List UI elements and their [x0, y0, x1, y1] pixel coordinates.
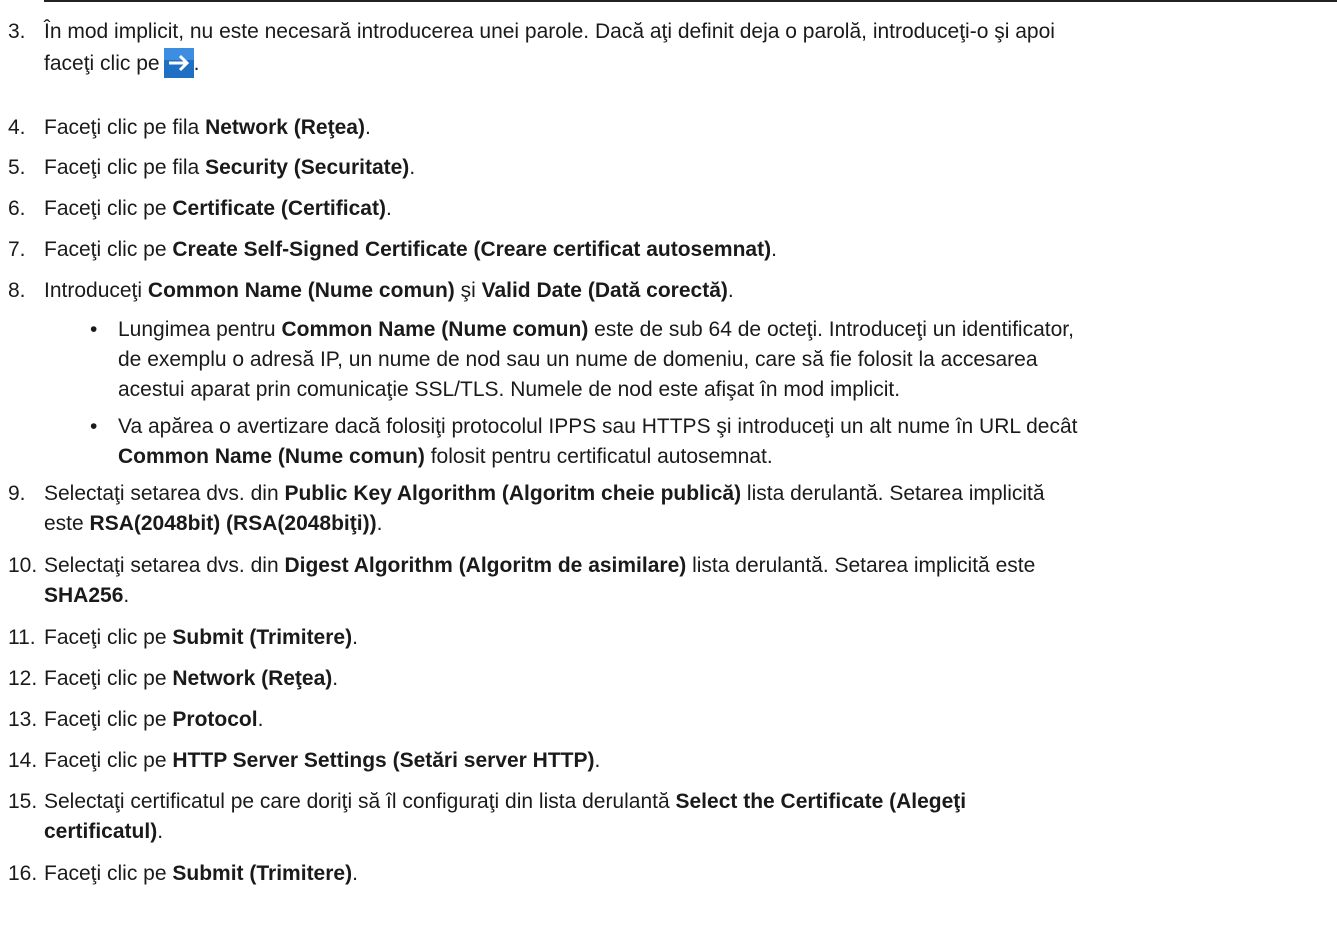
step-text: Faceţi clic pe Certificate (Certificat).	[44, 193, 1323, 225]
bullet-text-part: Lungimea pentru	[118, 318, 282, 341]
step-number: 13.	[8, 708, 38, 731]
step-text-part: Faceţi clic pe fila	[44, 156, 206, 179]
step-text-part: este	[44, 512, 90, 535]
step-number: 9.	[8, 482, 26, 505]
step-text-part: Selectaţi setarea dvs. din	[44, 482, 285, 505]
step-text-part: .	[193, 52, 200, 75]
step-text: Faceţi clic pe fila Security (Securitate…	[44, 152, 1323, 184]
step-number: 16.	[8, 862, 38, 885]
ui-label-network: Network (Reţea)	[205, 116, 365, 139]
step-number: 6.	[8, 197, 26, 220]
step-text-part: .	[123, 584, 130, 607]
step-number: 8.	[8, 279, 26, 302]
step-text: În mod implicit, nu este necesară introd…	[44, 16, 1323, 48]
step-text-line-2: este RSA(2048bit) (RSA(2048biţi)).	[44, 508, 382, 540]
step-text-part: .	[409, 156, 416, 179]
step-text-part: Faceţi clic pe	[44, 667, 173, 690]
bullet-line: Common Name (Nume comun) folosit pentru …	[118, 442, 773, 472]
step-text: Introduceţi Common Name (Nume comun) şi …	[44, 275, 1323, 307]
ui-label-network: Network (Reţea)	[172, 667, 333, 690]
step-text: Faceţi clic pe fila Network (Reţea).	[44, 112, 1323, 144]
step-text-part: Faceţi clic pe	[44, 862, 173, 885]
ui-label-digest-algorithm: Digest Algorithm (Algoritm de asimilare)	[284, 554, 687, 577]
step-number: 11.	[8, 626, 36, 649]
step-text-part: Faceţi clic pe	[44, 197, 173, 220]
ui-label-common-name: Common Name (Nume comun)	[281, 318, 589, 341]
bullet-line: acestui aparat prin comunicaţie SSL/TLS.…	[118, 378, 901, 401]
step-text: Faceţi clic pe HTTP Server Settings (Set…	[44, 745, 1323, 777]
step-text-line-2: faceţi clic pe .	[44, 48, 199, 80]
step-text-part: lista derulantă. Setarea implicită	[741, 482, 1045, 505]
step-text-part: .	[385, 197, 392, 220]
ui-label-public-key-algorithm: Public Key Algorithm (Algoritm cheie pub…	[284, 482, 742, 505]
step-number: 7.	[8, 238, 26, 261]
step-number: 12.	[8, 667, 38, 690]
ui-label-security: Security (Securitate)	[205, 156, 410, 179]
bullet-text-part: este de sub 64 de octeţi. Introduceţi un…	[588, 318, 1074, 341]
bullet-line: de exemplu o adresă IP, un nume de nod s…	[118, 348, 1038, 371]
step-text-part: .	[157, 820, 164, 843]
step-text-part: .	[771, 238, 777, 261]
ui-label-valid-date: Valid Date (Dată corectă)	[481, 279, 728, 302]
ui-label-submit: Submit (Trimitere)	[172, 862, 353, 885]
step-text: Faceţi clic pe Submit (Trimitere).	[44, 622, 1323, 654]
step-text-part: Introduceţi	[44, 279, 148, 302]
step-number: 10.	[8, 554, 38, 577]
step-text-part: Faceţi clic pe	[44, 238, 173, 261]
step-number: 5.	[8, 156, 26, 179]
step-text-part: .	[257, 708, 264, 731]
step-text: Faceţi clic pe Network (Reţea).	[44, 663, 1323, 695]
step-text-part: .	[332, 667, 339, 690]
step-text-line: În mod implicit, nu este necesară introd…	[44, 20, 1055, 43]
step-text: Selectaţi certificatul pe care doriţi să…	[44, 786, 1323, 818]
bullet-line: Lungimea pentru Common Name (Nume comun)…	[118, 315, 1074, 345]
step-text-part: .	[594, 749, 601, 772]
step-text: Faceţi clic pe Submit (Trimitere).	[44, 858, 1323, 890]
step-text-part: .	[376, 512, 383, 535]
bullet-dot: •	[90, 318, 98, 341]
step-text: Faceţi clic pe Protocol.	[44, 704, 1323, 736]
step-number: 14.	[8, 749, 38, 772]
ui-label-select-certificate-cont: certificatul)	[44, 820, 158, 843]
arrow-right-icon	[163, 48, 194, 78]
ui-label-submit: Submit (Trimitere)	[172, 626, 353, 649]
bullet-text-part: folosit pentru certificatul autosemnat.	[424, 445, 773, 468]
top-divider	[44, 0, 1337, 2]
bullet-dot: •	[90, 415, 98, 438]
step-text: Selectaţi setarea dvs. din Public Key Al…	[44, 478, 1323, 510]
bullet-line: Va apărea o avertizare dacă folosiţi pro…	[118, 415, 1078, 438]
ui-label-common-name: Common Name (Nume comun)	[147, 279, 455, 302]
ui-label-sha256: SHA256	[44, 584, 124, 607]
step-text: Faceţi clic pe Create Self-Signed Certif…	[44, 234, 1323, 266]
ui-label-http-server-settings: HTTP Server Settings (Setări server HTTP…	[172, 749, 595, 772]
step-text-part: .	[364, 116, 371, 139]
step-text-line-2: SHA256.	[44, 580, 129, 612]
step-text-part: .	[727, 279, 734, 302]
ui-label-certificate: Certificate (Certificat)	[172, 197, 386, 220]
step-text-part: Selectaţi setarea dvs. din	[44, 554, 285, 577]
step-text-part: Faceţi clic pe fila	[44, 116, 206, 139]
step-text-part: şi	[454, 279, 482, 302]
step-text-part: lista derulantă. Setarea implicită este	[686, 554, 1036, 577]
ui-label-select-certificate: Select the Certificate (Alegeţi	[675, 790, 967, 813]
step-text: Selectaţi setarea dvs. din Digest Algori…	[44, 550, 1323, 582]
ui-label-common-name: Common Name (Nume comun)	[118, 445, 425, 468]
step-text-part: Faceţi clic pe	[44, 749, 173, 772]
step-text-part: Faceţi clic pe	[44, 626, 173, 649]
step-text-line-2: certificatul).	[44, 816, 163, 848]
ui-label-protocol: Protocol	[172, 708, 258, 731]
step-text-part: .	[352, 862, 358, 885]
ui-label-rsa-default: RSA(2048bit) (RSA(2048biţi))	[89, 512, 377, 535]
step-number: 15.	[8, 790, 38, 813]
step-text-part: .	[352, 626, 358, 649]
step-number: 3.	[8, 20, 26, 43]
step-number: 4.	[8, 116, 26, 139]
step-text-part: Faceţi clic pe	[44, 708, 173, 731]
ui-label-create-self-signed: Create Self-Signed Certificate (Creare c…	[172, 238, 772, 261]
step-text-part: faceţi clic pe	[44, 52, 160, 75]
step-text-part: Selectaţi certificatul pe care doriţi să…	[44, 790, 676, 813]
